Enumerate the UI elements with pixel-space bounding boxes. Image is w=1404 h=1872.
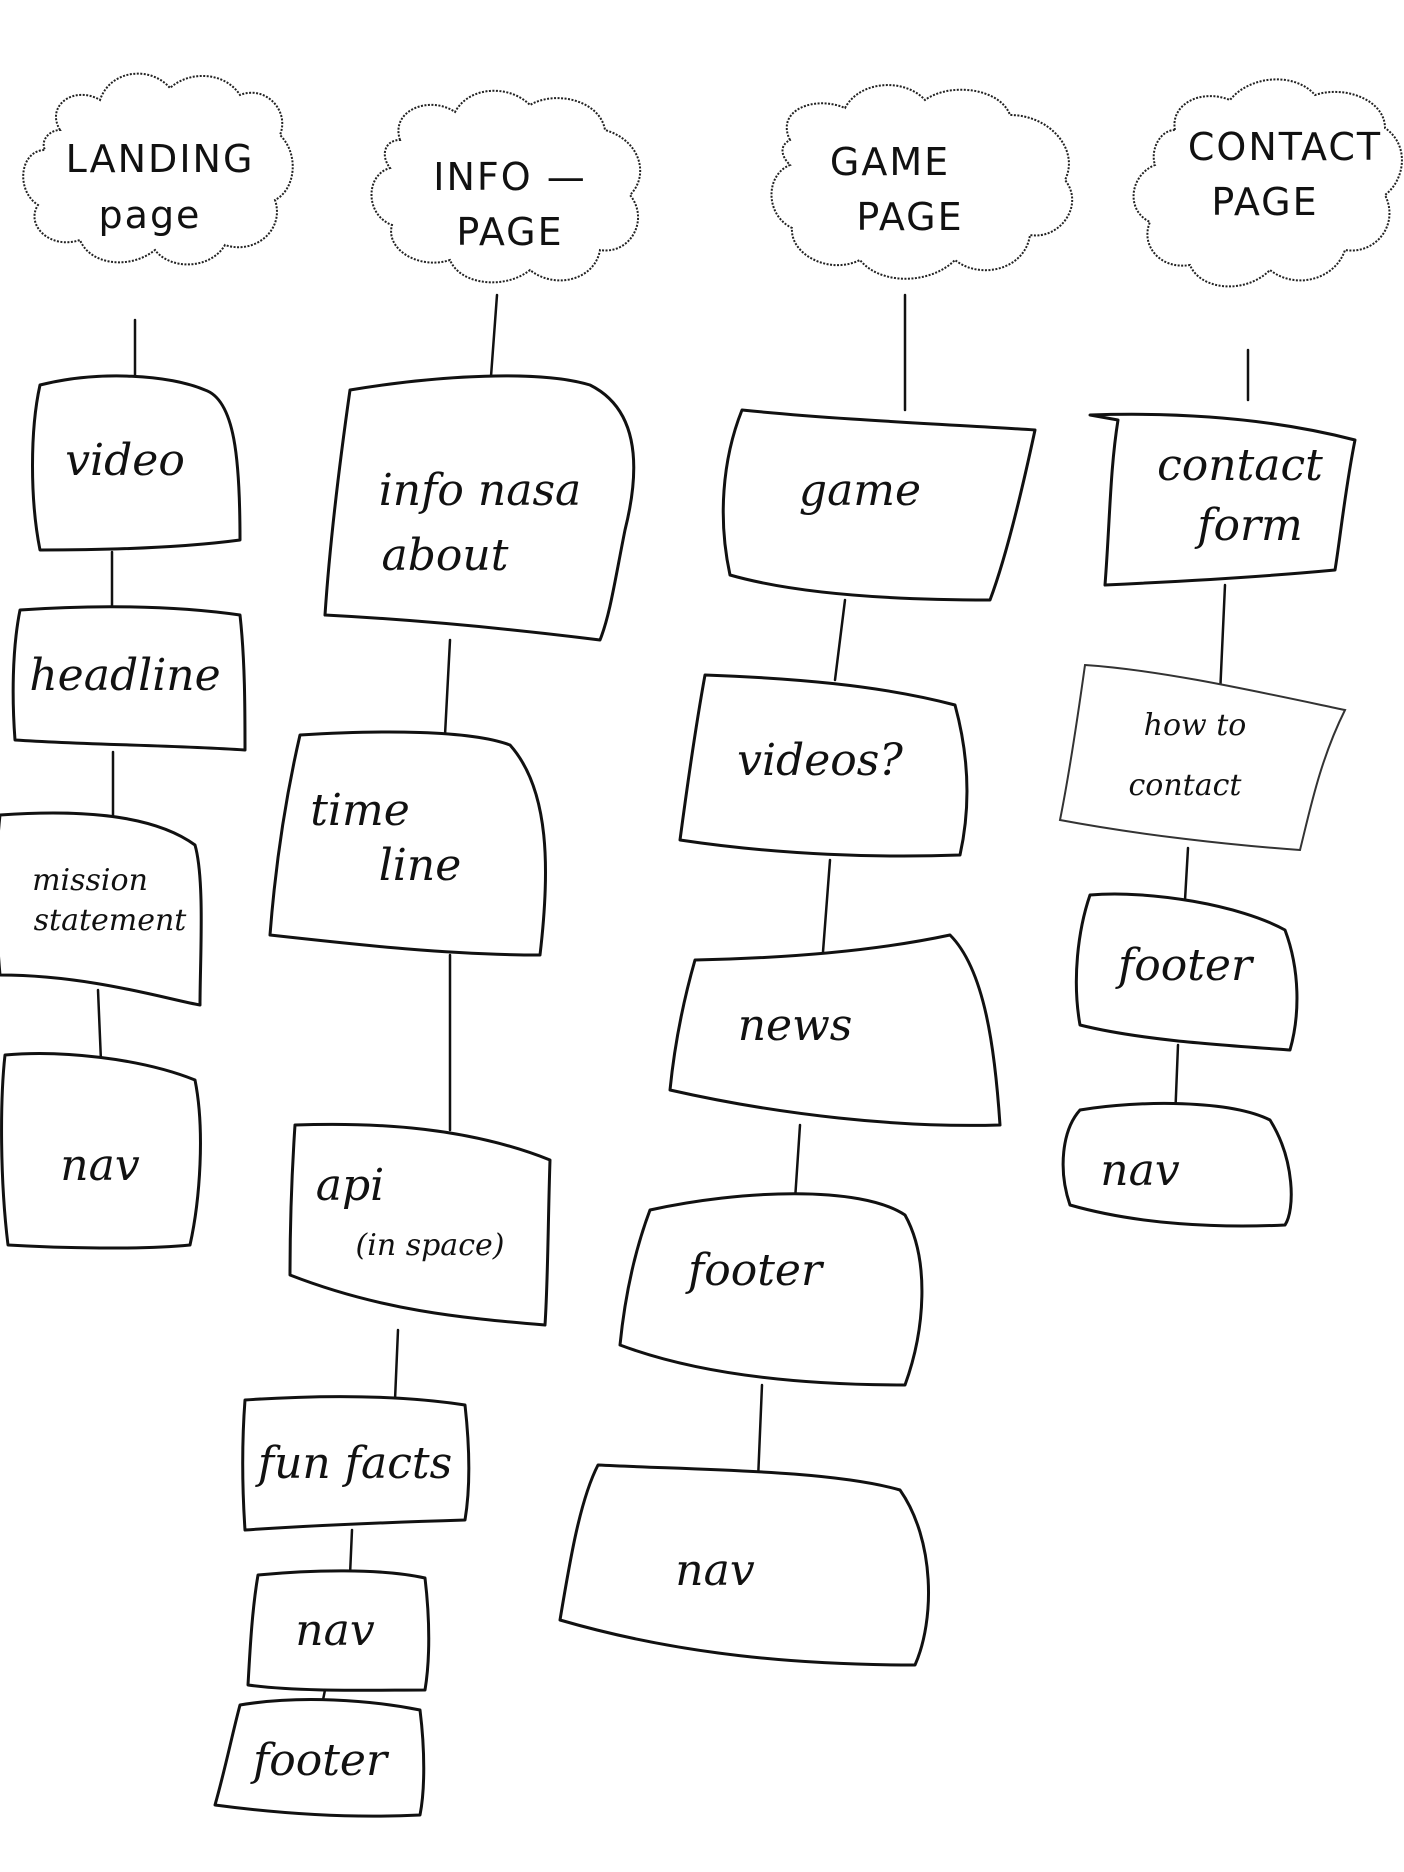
box-api-label-1: api xyxy=(316,1160,384,1211)
box-how-to-contact-label-1: how to xyxy=(1144,708,1247,743)
box-api xyxy=(288,1122,552,1327)
box-timeline-label-2: line xyxy=(379,840,462,891)
box-nav-contact-label: nav xyxy=(1100,1145,1180,1196)
cloud-info-label-1: INFO — xyxy=(433,155,586,199)
connector xyxy=(393,1328,400,1402)
connector xyxy=(833,598,847,682)
connector xyxy=(443,638,452,737)
cloud-game-label-1: GAME xyxy=(830,140,950,184)
box-footer-info-label: footer xyxy=(250,1735,390,1786)
box-footer-contact-label: footer xyxy=(1115,940,1255,991)
box-how-to-contact xyxy=(1058,663,1347,852)
cloud-landing-label-1: LANDING xyxy=(66,137,255,181)
box-nav-landing-label: nav xyxy=(60,1140,140,1191)
box-videos-label: videos? xyxy=(737,735,903,786)
sitemap-diagram: LANDING page video headline mission stat… xyxy=(0,72,1403,1818)
box-mission-label-1: mission xyxy=(32,863,148,898)
box-headline-label: headline xyxy=(29,650,220,701)
connector xyxy=(1183,846,1190,902)
box-footer-game-label: footer xyxy=(685,1245,825,1296)
cloud-landing-label-2: page xyxy=(99,193,202,237)
box-nav-info-label: nav xyxy=(295,1605,375,1656)
cloud-info-label-2: PAGE xyxy=(456,210,563,254)
box-video-label: video xyxy=(65,435,185,486)
connector xyxy=(1218,583,1227,697)
box-mission-label-2: statement xyxy=(34,903,188,938)
box-news-label: news xyxy=(738,1000,853,1051)
cloud-contact-label-1: CONTACT xyxy=(1188,125,1382,169)
box-nav-game-label: nav xyxy=(675,1545,755,1596)
box-fun-facts-label: fun facts xyxy=(255,1438,452,1489)
connector xyxy=(348,1528,354,1577)
box-game-label: game xyxy=(799,465,921,516)
box-info-about-label-1: info nasa xyxy=(379,465,582,516)
connector xyxy=(793,1123,802,1202)
column-landing: LANDING page video headline mission stat… xyxy=(0,72,294,1250)
box-how-to-contact-label-2: contact xyxy=(1129,768,1243,803)
box-contact-form-label-2: form xyxy=(1194,500,1303,551)
box-contact-form-label-1: contact xyxy=(1157,440,1323,491)
box-info-about-label-2: about xyxy=(382,530,509,581)
connector xyxy=(756,1383,764,1482)
cloud-game-label-2: PAGE xyxy=(856,195,963,239)
box-timeline-label-1: time xyxy=(310,785,410,836)
connector xyxy=(820,858,832,967)
cloud-contact-label-2: PAGE xyxy=(1211,180,1318,224)
box-api-label-2: (in space) xyxy=(356,1228,505,1263)
column-game: GAME PAGE game videos? news footer nav xyxy=(558,84,1074,1667)
column-contact: CONTACT PAGE contact form how to contact… xyxy=(1058,78,1403,1228)
